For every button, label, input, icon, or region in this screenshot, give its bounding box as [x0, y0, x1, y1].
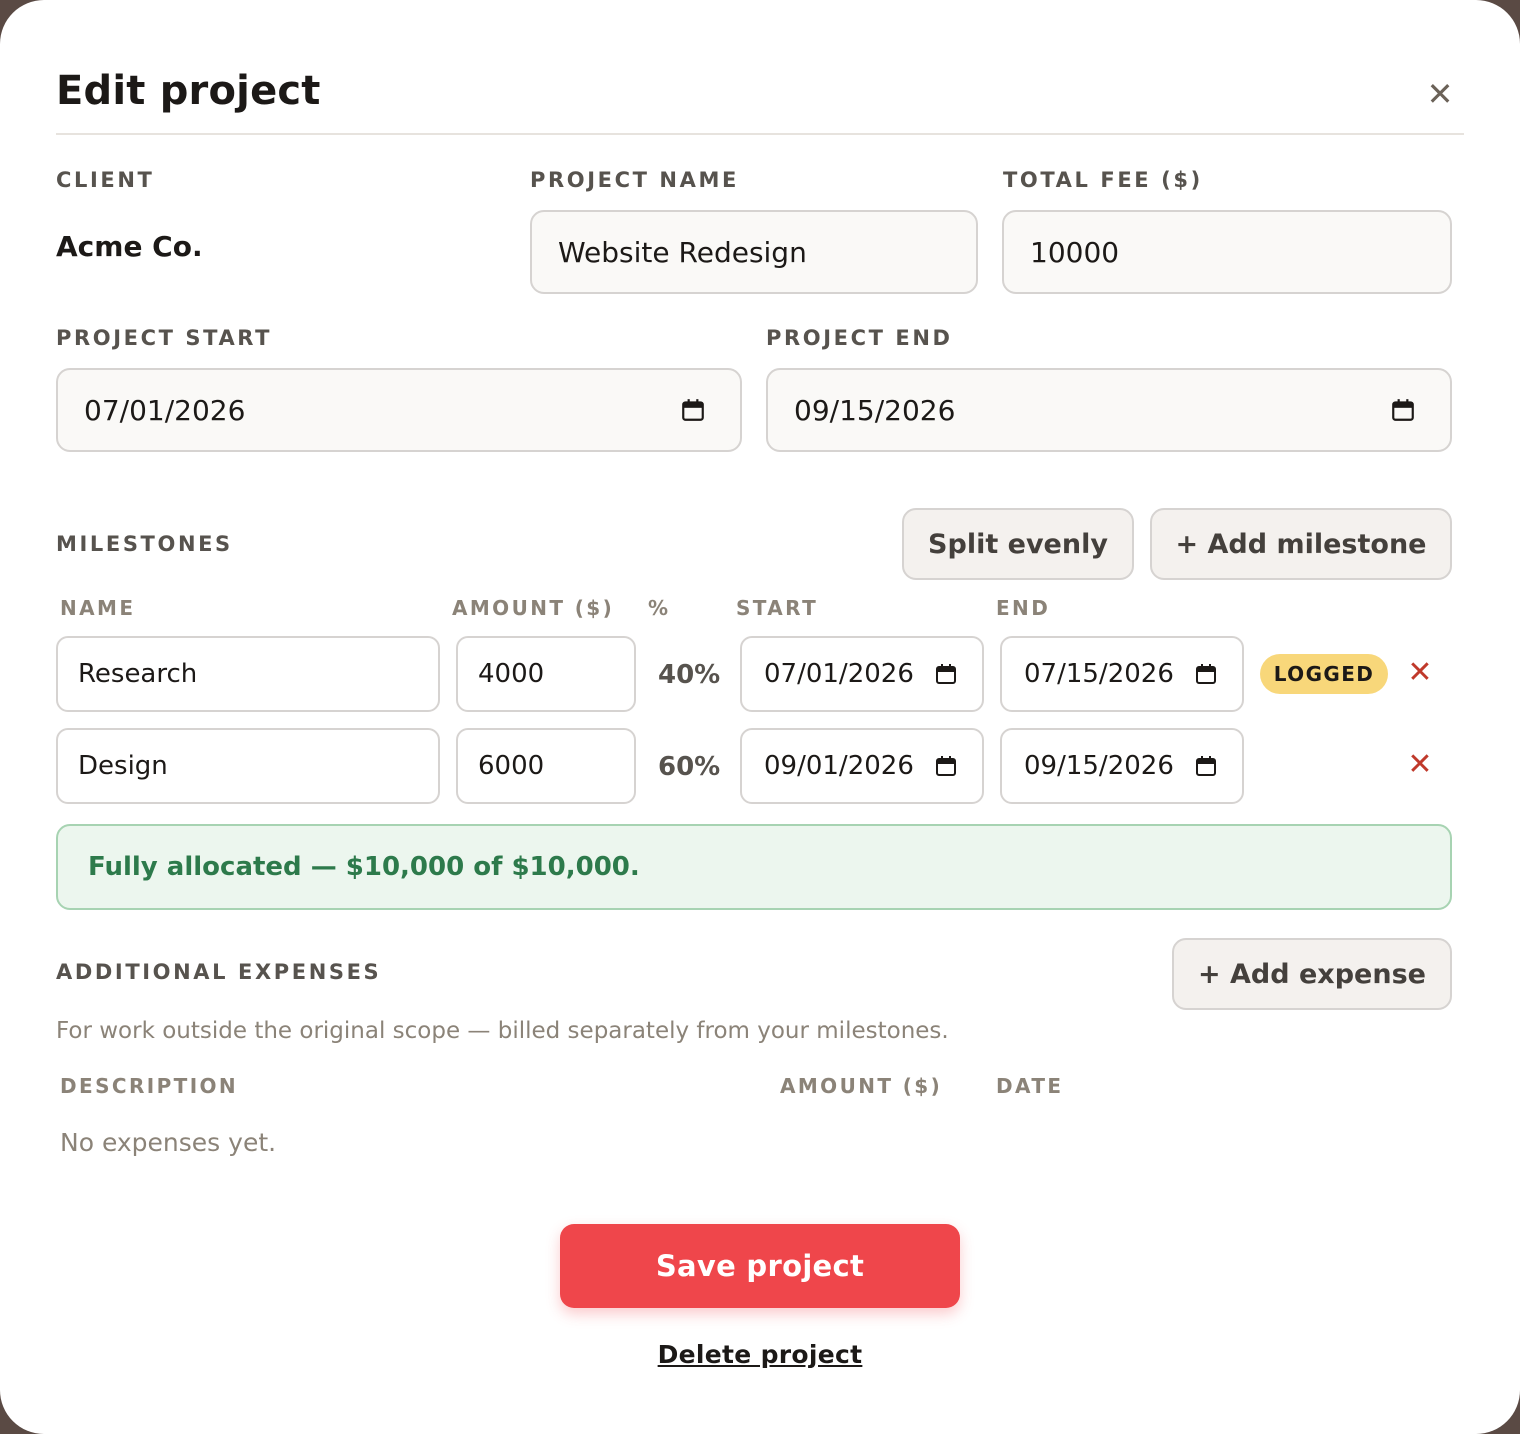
milestone-amount-value: 6000 — [478, 751, 545, 781]
calendar-icon[interactable] — [934, 754, 958, 778]
project-end-input[interactable]: 09/15/2026 — [766, 368, 1452, 452]
milestone-end-value: 07/15/2026 — [1024, 659, 1174, 689]
milestone-percent: 60% — [658, 752, 721, 782]
milestone-name-input[interactable]: Design — [56, 728, 440, 804]
project-name-value: Website Redesign — [558, 235, 807, 269]
logged-badge: LOGGED — [1260, 654, 1388, 694]
milestone-amount-input[interactable]: 6000 — [456, 728, 636, 804]
client-label: CLIENT — [56, 168, 155, 192]
milestone-name-input[interactable]: Research — [56, 636, 440, 712]
project-name-input[interactable]: Website Redesign — [530, 210, 978, 294]
milestone-percent: 40% — [658, 660, 721, 690]
header-divider — [56, 133, 1464, 135]
milestone-col-start: START — [736, 596, 819, 620]
milestone-start-input[interactable]: 09/01/2026 — [740, 728, 984, 804]
milestone-end-input[interactable]: 09/15/2026 — [1000, 728, 1244, 804]
milestone-col-percent: % — [648, 596, 671, 620]
total-fee-value: 10000 — [1030, 235, 1120, 269]
save-project-button[interactable]: Save project — [560, 1224, 960, 1308]
milestone-end-value: 09/15/2026 — [1024, 751, 1174, 781]
calendar-icon[interactable] — [934, 662, 958, 686]
milestone-end-input[interactable]: 07/15/2026 — [1000, 636, 1244, 712]
milestones-label: MILESTONES — [56, 532, 233, 556]
add-expense-button[interactable]: + Add expense — [1172, 938, 1452, 1010]
expenses-empty-text: No expenses yet. — [60, 1128, 277, 1157]
milestone-start-value: 07/01/2026 — [764, 659, 914, 689]
milestone-col-end: END — [996, 596, 1051, 620]
project-end-value: 09/15/2026 — [794, 393, 956, 427]
calendar-icon[interactable] — [1194, 754, 1218, 778]
client-value: Acme Co. — [56, 230, 203, 263]
milestone-amount-input[interactable]: 4000 — [456, 636, 636, 712]
expense-col-description: DESCRIPTION — [60, 1074, 239, 1098]
expense-col-date: DATE — [996, 1074, 1064, 1098]
calendar-icon[interactable] — [1390, 397, 1416, 423]
milestone-col-amount: AMOUNT ($) — [452, 596, 615, 620]
expenses-hint: For work outside the original scope — bi… — [56, 1018, 949, 1044]
add-milestone-button[interactable]: + Add milestone — [1150, 508, 1452, 580]
milestone-name-value: Research — [78, 659, 198, 689]
milestone-col-name: NAME — [60, 596, 136, 620]
project-start-value: 07/01/2026 — [84, 393, 246, 427]
calendar-icon[interactable] — [680, 397, 706, 423]
expenses-label: ADDITIONAL EXPENSES — [56, 960, 382, 984]
remove-milestone-icon[interactable]: ✕ — [1400, 653, 1440, 693]
milestone-amount-value: 4000 — [478, 659, 545, 689]
allocation-message: Fully allocated — $10,000 of $10,000. — [88, 852, 640, 882]
project-start-label: PROJECT START — [56, 326, 273, 350]
delete-project-link[interactable]: Delete project — [560, 1340, 960, 1369]
project-name-label: PROJECT NAME — [530, 168, 739, 192]
close-icon[interactable]: ✕ — [1418, 72, 1462, 116]
milestone-start-value: 09/01/2026 — [764, 751, 914, 781]
total-fee-input[interactable]: 10000 — [1002, 210, 1452, 294]
edit-project-modal: Edit project ✕ CLIENT Acme Co. PROJECT N… — [0, 0, 1520, 1434]
remove-milestone-icon[interactable]: ✕ — [1400, 745, 1440, 785]
milestone-start-input[interactable]: 07/01/2026 — [740, 636, 984, 712]
modal-title: Edit project — [56, 68, 321, 114]
total-fee-label: TOTAL FEE ($) — [1003, 168, 1203, 192]
milestone-name-value: Design — [78, 751, 168, 781]
allocation-status: Fully allocated — $10,000 of $10,000. — [56, 824, 1452, 910]
project-start-input[interactable]: 07/01/2026 — [56, 368, 742, 452]
calendar-icon[interactable] — [1194, 662, 1218, 686]
project-end-label: PROJECT END — [766, 326, 953, 350]
expense-col-amount: AMOUNT ($) — [780, 1074, 943, 1098]
split-evenly-button[interactable]: Split evenly — [902, 508, 1134, 580]
